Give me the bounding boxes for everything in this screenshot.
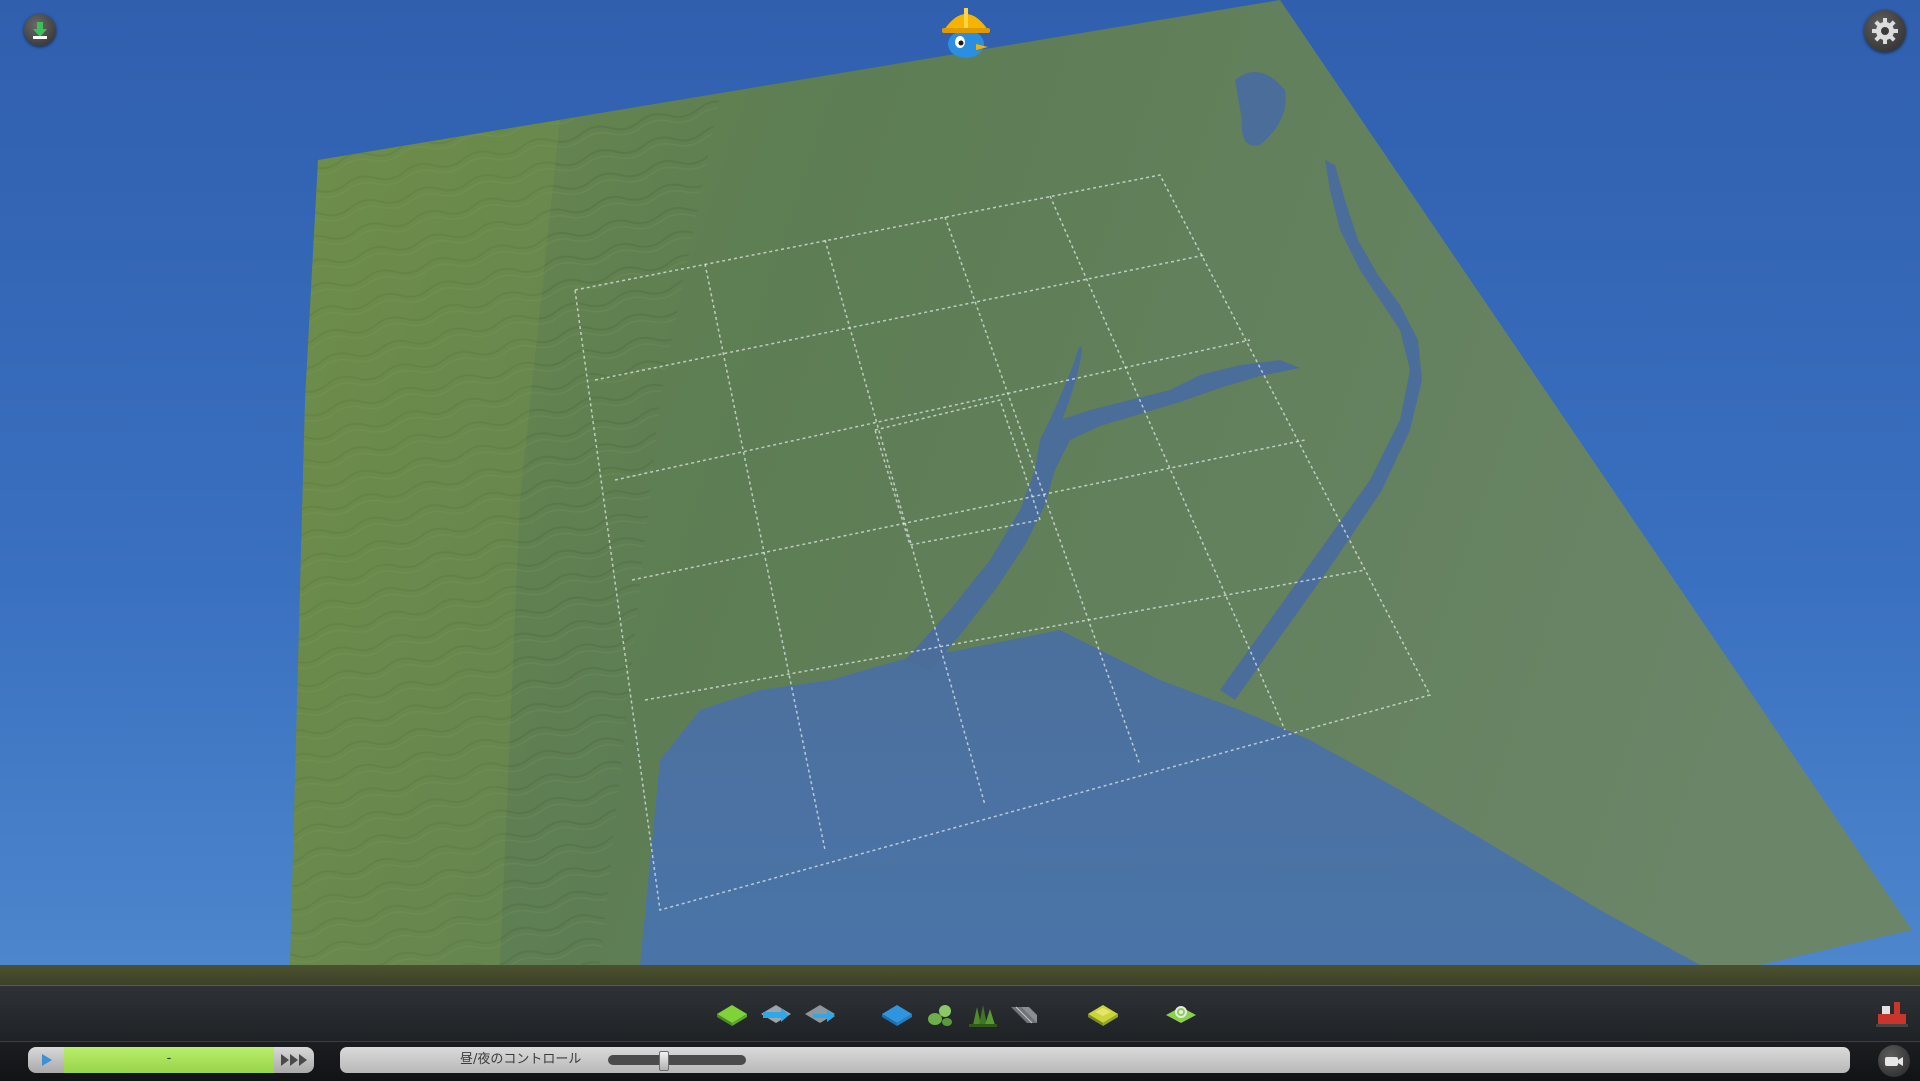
ore-resources-button[interactable]	[921, 996, 959, 1032]
settings-button[interactable]	[1864, 10, 1906, 52]
status-bar: - 昼/夜のコントロール	[0, 1041, 1920, 1081]
unlock-button[interactable]	[24, 14, 56, 46]
terrain-view[interactable]	[0, 0, 1920, 965]
terrain-tool-icon	[717, 1005, 747, 1026]
land-areas-icon	[1088, 1005, 1118, 1026]
environment-button[interactable]	[1162, 996, 1200, 1032]
camera-button[interactable]	[1878, 1045, 1910, 1077]
environment-icon	[1166, 1006, 1196, 1023]
play-button[interactable]	[28, 1047, 64, 1073]
date-display: -	[64, 1047, 274, 1073]
water-source-tool-button[interactable]	[801, 996, 839, 1032]
camera-icon	[1885, 1057, 1903, 1066]
outside-connections-icon	[1876, 1002, 1908, 1027]
editor-toolbar	[0, 985, 1920, 1042]
water-level-tool-button[interactable]	[878, 996, 916, 1032]
play-icon	[42, 1054, 52, 1066]
ore-resources-icon	[928, 1005, 952, 1026]
chirper-hardhat-icon	[942, 8, 990, 58]
roads-icon	[1011, 1006, 1037, 1024]
water-source-tool-icon	[805, 1005, 835, 1023]
land-areas-button[interactable]	[1084, 996, 1122, 1032]
speed-button[interactable]	[274, 1047, 314, 1073]
trees-button[interactable]	[963, 996, 1001, 1032]
fast-forward-icon	[281, 1054, 307, 1066]
outside-connections-button[interactable]	[1874, 996, 1910, 1030]
trees-icon	[969, 1005, 997, 1027]
day-night-slider-thumb[interactable]	[659, 1051, 669, 1071]
terrain-tool-button[interactable]	[713, 996, 751, 1032]
day-night-label: 昼/夜のコントロール	[460, 1052, 582, 1067]
water-level-tool-icon	[882, 1005, 912, 1026]
unlock-icon	[33, 22, 47, 39]
water-flow-tool-button[interactable]	[757, 996, 795, 1032]
info-strip	[0, 965, 1920, 985]
gear-icon	[1872, 18, 1898, 44]
water-flow-tool-icon	[761, 1005, 791, 1023]
map-viewport[interactable]	[0, 0, 1920, 965]
day-night-panel: 昼/夜のコントロール	[340, 1047, 1850, 1073]
chirper-button[interactable]	[934, 2, 998, 62]
day-night-slider[interactable]	[608, 1051, 746, 1071]
roads-button[interactable]	[1005, 996, 1043, 1032]
